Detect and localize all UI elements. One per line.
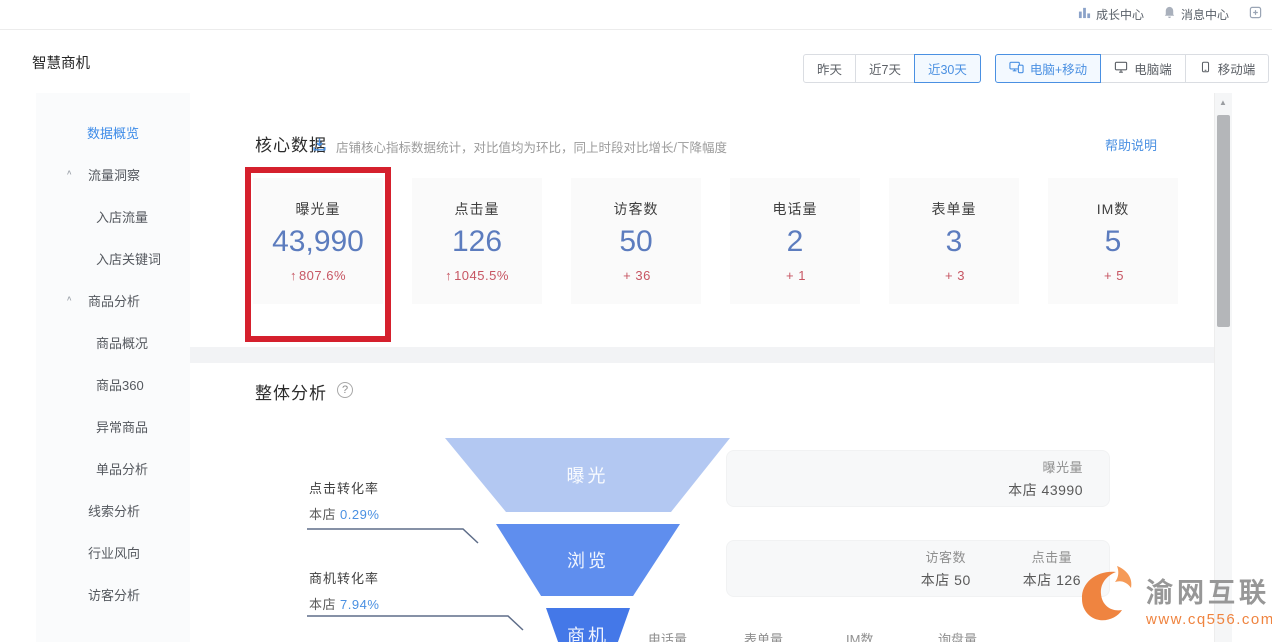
panel-metric-im-label: IM数 (846, 629, 873, 642)
metric-label: 表单量 (889, 199, 1019, 219)
metric-label: 电话量 (730, 199, 860, 219)
sidebar-group-traffic-insight[interactable]: ∧ 流量洞察 (36, 153, 190, 195)
overall-analysis-section-title: 整体分析 (255, 379, 327, 404)
message-center-menu-item[interactable]: 消息中心 (1163, 0, 1229, 28)
metric-card-forms[interactable]: 表单量 3 + 3 (889, 178, 1019, 304)
sidebar-item-product-overview[interactable]: 商品概况 (36, 321, 190, 363)
core-data-subtitle: 店铺核心指标数据统计，对比值均为环比，同上时段对比增长/下降幅度 (336, 137, 727, 156)
metric-card-exposure[interactable]: 曝光量 43,990 ↑807.6% (253, 178, 383, 304)
watermark-url: www.cq556.com (1146, 611, 1272, 628)
metric-delta: + 3 (889, 268, 1019, 283)
panel-metric-forms-label: 表单量 (744, 629, 783, 642)
bell-icon (1163, 6, 1176, 22)
watermark-flame-logo-icon (1072, 563, 1142, 632)
download-icon[interactable] (312, 137, 327, 157)
sidebar-item-single-product-analysis[interactable]: 单品分析 (36, 447, 190, 489)
date-yesterday-button[interactable]: 昨天 (803, 54, 856, 83)
panel-metric-inquiry-label: 询盘量 (938, 629, 977, 642)
metric-value: 126 (412, 225, 542, 259)
panel-metric-visitors: 访客数 本店 50 (921, 547, 971, 590)
mobile-icon (1199, 60, 1212, 77)
device-mobile-button[interactable]: 移动端 (1185, 54, 1270, 83)
metric-delta: ↑1045.5% (412, 268, 542, 283)
device-pc-mobile-button[interactable]: 电脑+移动 (995, 54, 1101, 83)
chevron-up-icon: ∧ (66, 168, 73, 177)
browse-stats-panel: 访客数 本店 50 点击量 本店 126 (726, 540, 1110, 597)
up-arrow-icon: ↑ (445, 268, 452, 283)
metric-cards-row: 曝光量 43,990 ↑807.6% 点击量 126 ↑1045.5% 访客数 … (253, 178, 1178, 304)
question-circle-icon[interactable]: ? (337, 382, 353, 398)
pc-mobile-icon (1009, 60, 1024, 77)
date-30days-button[interactable]: 近30天 (914, 54, 981, 83)
sidebar-item-data-overview[interactable]: 数据概览 (36, 111, 190, 153)
metric-value: 50 (571, 225, 701, 259)
sidebar-item-store-traffic[interactable]: 入店流量 (36, 195, 190, 237)
sidebar-item-store-keywords[interactable]: 入店关键词 (36, 237, 190, 279)
scrollbar-up-arrow-icon[interactable]: ▲ (1219, 98, 1227, 107)
metric-delta: + 5 (1048, 268, 1178, 283)
sidebar-item-abnormal-products[interactable]: 异常商品 (36, 405, 190, 447)
sidebar-item-product-360[interactable]: 商品360 (36, 363, 190, 405)
sidebar-item-visitor-analysis[interactable]: 访客分析 (36, 573, 190, 615)
exposure-stats-panel: 曝光量 本店 43990 (726, 450, 1110, 507)
metric-card-calls[interactable]: 电话量 2 + 1 (730, 178, 860, 304)
watermark: 渝网互联 www.cq556.com (1072, 563, 1272, 632)
metric-value: 5 (1048, 225, 1178, 259)
metric-delta: + 36 (571, 268, 701, 283)
date-7days-button[interactable]: 近7天 (855, 54, 915, 83)
metric-value: 43,990 (253, 225, 383, 259)
device-pc-button[interactable]: 电脑端 (1100, 54, 1186, 83)
metric-card-im[interactable]: IM数 5 + 5 (1048, 178, 1178, 304)
metric-card-visitors[interactable]: 访客数 50 + 36 (571, 178, 701, 304)
metric-label: 访客数 (571, 199, 701, 219)
metric-label: 曝光量 (253, 199, 383, 219)
growth-center-label: 成长中心 (1096, 6, 1144, 23)
partial-menu-icon[interactable] (1249, 0, 1262, 26)
metric-value: 3 (889, 225, 1019, 259)
sidebar-navigation: 数据概览 ∧ 流量洞察 入店流量 入店关键词 ∧ 商品分析 商品概况 商品360… (36, 93, 190, 642)
panel-metric-label: 曝光量 (1042, 457, 1083, 476)
page-title: 智慧商机 (32, 52, 90, 73)
metric-label: 点击量 (412, 199, 542, 219)
panel-metric-value: 本店 43990 (1008, 480, 1083, 500)
filter-toolbar: 昨天 近7天 近30天 电脑+移动 电脑端 移动端 (803, 54, 1269, 83)
message-center-label: 消息中心 (1181, 6, 1229, 23)
watermark-text: 渝网互联 www.cq556.com (1146, 571, 1272, 628)
scrollbar-thumb[interactable] (1217, 115, 1230, 327)
help-link[interactable]: 帮助说明 (1105, 135, 1157, 154)
metric-delta: + 1 (730, 268, 860, 283)
vertical-scrollbar[interactable]: ▲ (1214, 93, 1232, 642)
up-arrow-icon: ↑ (290, 268, 297, 283)
device-segmented-control: 电脑+移动 电脑端 移动端 (995, 54, 1269, 83)
panel-metric-calls-label: 电话量 (648, 629, 687, 642)
metric-label: IM数 (1048, 199, 1178, 219)
chevron-up-icon: ∧ (66, 294, 73, 303)
sidebar-item-lead-analysis[interactable]: 线索分析 (36, 489, 190, 531)
metric-delta: ↑807.6% (253, 268, 383, 283)
funnel-stage-opportunity[interactable]: 商机 (546, 608, 630, 642)
sidebar-item-industry-trends[interactable]: 行业风向 (36, 531, 190, 573)
metric-value: 2 (730, 225, 860, 259)
date-range-segmented-control: 昨天 近7天 近30天 (803, 54, 981, 83)
metric-card-clicks[interactable]: 点击量 126 ↑1045.5% (412, 178, 542, 304)
desktop-icon (1114, 60, 1128, 77)
watermark-name: 渝网互联 (1146, 571, 1272, 610)
sidebar-group-product-analysis[interactable]: ∧ 商品分析 (36, 279, 190, 321)
growth-center-menu-item[interactable]: 成长中心 (1078, 0, 1144, 28)
section-divider (190, 347, 1214, 363)
growth-center-icon (1078, 6, 1091, 22)
top-navigation-bar: 成长中心 消息中心 (0, 0, 1272, 30)
